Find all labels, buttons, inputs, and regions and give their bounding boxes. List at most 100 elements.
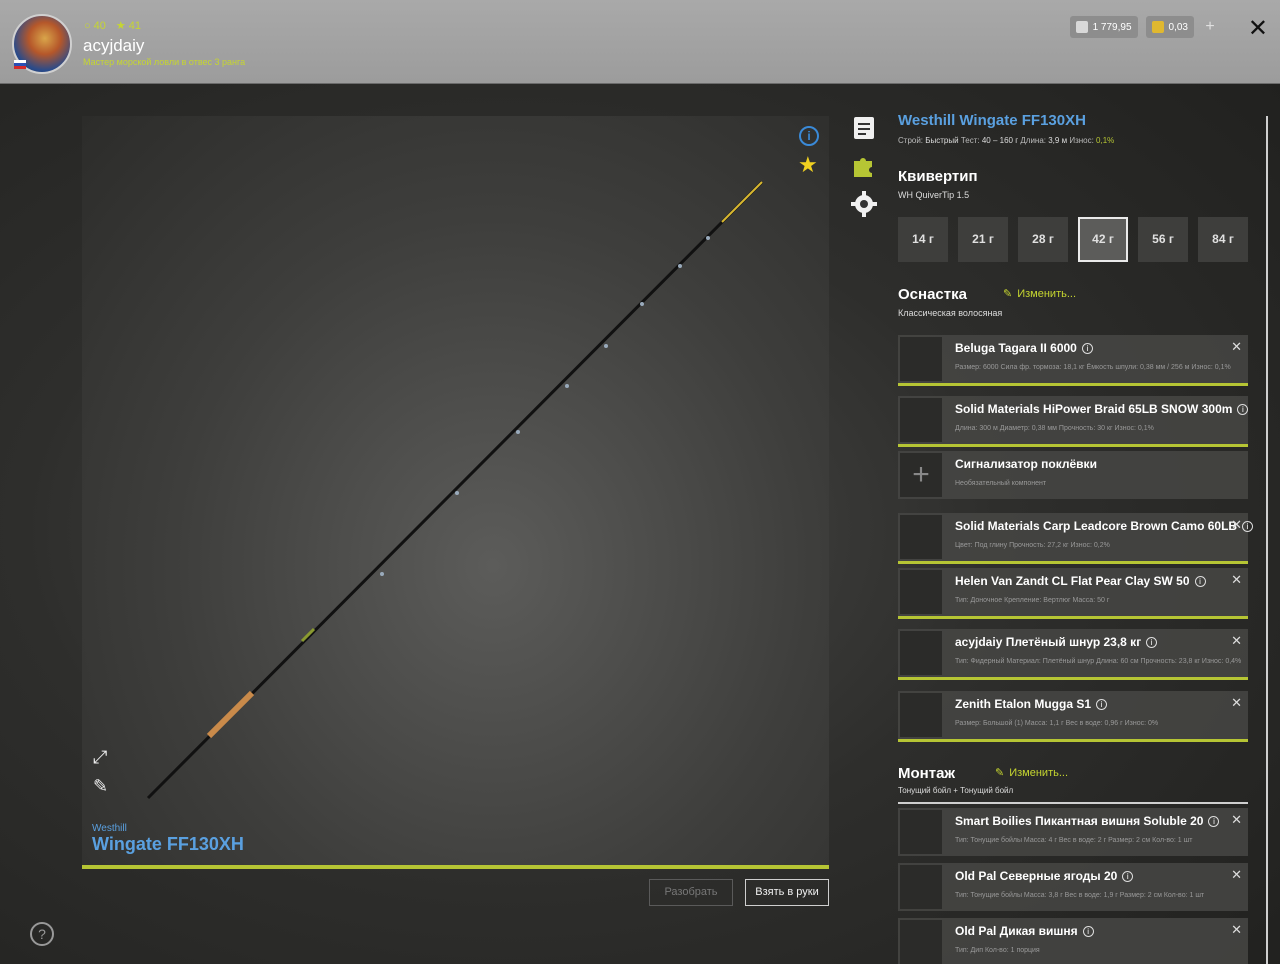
expand-icon[interactable]: ⤢ [93,747,113,767]
montage-divider [898,802,1248,804]
info-small-icon[interactable]: i [1082,926,1094,938]
leader-icon [900,631,942,675]
add-icon: + [900,453,942,497]
info-small-icon[interactable]: i [1122,871,1134,883]
gear-icon[interactable] [851,191,877,217]
username: acyjdaiy [83,36,145,55]
info-icon[interactable]: i [799,126,819,146]
quivertip-option[interactable]: 21 г [958,217,1008,262]
remove-icon[interactable]: ✕ [1231,633,1242,649]
rod-guides [380,236,710,576]
condition-bar [898,561,1248,564]
bait-item[interactable]: Old Pal Северные ягоды 20 i Тип: Тонущие … [898,863,1248,911]
tackle-edit-link[interactable]: ✎ Изменить... [1003,287,1076,301]
hook-icon [900,693,942,737]
scrollbar[interactable] [1266,116,1268,964]
tackle-item-bite-alarm[interactable]: + Сигнализатор поклёвки Необязательный к… [898,451,1248,499]
rod-illustration [146,180,764,800]
quivertip-option[interactable]: 84 г [1198,217,1248,262]
rod-guide [678,264,682,268]
tackle-heading: Оснастка [898,286,967,303]
level-badge: ○ 40 [84,19,106,32]
info-small-icon[interactable]: i [1081,343,1093,355]
sinker-icon [900,570,942,614]
rod-guide [516,430,520,434]
edit-icon: ✎ [1003,288,1013,300]
rank-title: Мастер морской ловли в отвес 3 ранга [83,57,246,67]
level-icon: ○ [84,19,91,32]
remove-icon[interactable]: ✕ [1231,867,1242,883]
condition-bar [898,739,1248,742]
player-stats: ○ 40 ★ 41 [84,19,142,33]
rod-guide [455,491,459,495]
disassemble-button[interactable]: Разобрать [649,879,733,906]
quivertip-option[interactable]: 56 г [1138,217,1188,262]
rod-brand: Westhill [92,823,127,834]
puzzle-icon[interactable] [851,153,877,179]
quivertip-name: WH QuiverTip 1.5 [898,190,970,200]
quivertip-options: 14 г 21 г 28 г 42 г 56 г 84 г [898,217,1248,262]
quivertip-option[interactable]: 28 г [1018,217,1068,262]
help-icon[interactable]: ? [30,922,54,946]
star-small-icon: ★ [115,20,126,32]
montage-heading: Монтаж [898,765,956,782]
gold-balance: 0,03 [1145,16,1194,38]
condition-bar [898,616,1248,619]
stars-badge: ★ 41 [115,19,142,33]
silver-balance: 1 779,95 [1069,16,1138,38]
condition-bar [898,677,1248,680]
rod-cork-handle [206,690,255,739]
dip-item[interactable]: Old Pal Дикая вишня i Тип: Дип Кол-во: 1 … [898,918,1248,964]
boilie-pack-icon [900,810,942,854]
rod-title: Westhill Wingate FF130XH [898,112,1086,129]
rod-guide [380,572,384,576]
remove-icon[interactable]: ✕ [1231,517,1242,533]
viewer-condition-bar [82,865,829,869]
tackle-item-line[interactable]: Solid Materials HiPower Braid 65LB SNOW … [898,396,1249,444]
rod-guide [706,236,710,240]
boilie-jar-icon [900,865,942,909]
take-in-hands-button[interactable]: Взять в руки [745,879,829,906]
montage-edit-link[interactable]: ✎ Изменить... [995,766,1068,780]
condition-bar [898,383,1248,386]
remove-icon[interactable]: ✕ [1231,922,1242,938]
close-button[interactable]: ✕ [1248,14,1268,43]
edit-icon: ✎ [995,767,1005,779]
rod-tip [721,181,763,223]
bait-item[interactable]: Smart Boilies Пикантная вишня Soluble 20… [898,808,1248,856]
tackle-item-hook[interactable]: Zenith Etalon Mugga S1 i Размер: Большой … [898,691,1248,739]
info-small-icon[interactable]: i [1096,699,1108,711]
remove-icon[interactable]: ✕ [1231,695,1242,711]
tackle-item-leadcore[interactable]: Solid Materials Carp Leadcore Brown Camo… [898,513,1254,561]
document-icon[interactable] [851,115,877,141]
info-small-icon[interactable]: i [1194,576,1206,588]
top-bar: ○ 40 ★ 41 acyjdaiy Мастер морской ловли в … [0,0,1280,84]
add-currency-button[interactable]: + [1202,19,1218,35]
dip-bottle-icon [900,920,942,964]
quivertip-option[interactable]: 14 г [898,217,948,262]
remove-icon[interactable]: ✕ [1231,572,1242,588]
currency-panel: 1 779,95 0,03 + [1069,16,1218,38]
flag-icon [14,60,26,69]
favorite-star-icon[interactable]: ★ [798,152,818,178]
info-small-icon[interactable]: i [1208,816,1220,828]
info-small-icon[interactable]: i [1242,521,1254,533]
quivertip-option-selected[interactable]: 42 г [1078,217,1128,262]
rod-guide [640,302,644,306]
quivertip-heading: Квивертип [898,168,978,185]
leadcore-icon [900,515,942,559]
remove-icon[interactable]: ✕ [1231,812,1242,828]
info-small-icon[interactable]: i [1237,404,1249,416]
info-small-icon[interactable]: i [1146,637,1158,649]
remove-icon[interactable]: ✕ [1231,339,1242,355]
rod-guide [604,344,608,348]
rod-specs: Строй: Быстрый Тест: 40 – 160 г Длина: 3… [898,136,1115,145]
tackle-item-sinker[interactable]: Helen Van Zandt CL Flat Pear Clay SW 50 i… [898,568,1248,616]
tackle-subtitle: Классическая волосяная [898,308,1003,318]
paint-brush-icon[interactable]: ✎ [93,776,113,796]
tackle-item-reel[interactable]: Beluga Tagara II 6000 i Размер: 6000 Сила… [898,335,1248,383]
tackle-item-leader[interactable]: acyjdaiy Плетёный шнур 23,8 кг i Тип: Фид… [898,629,1248,677]
montage-subtitle: Тонущий бойл + Тонущий бойл [898,786,1014,795]
rod-model: Wingate FF130XH [92,834,244,854]
condition-bar [898,444,1248,447]
